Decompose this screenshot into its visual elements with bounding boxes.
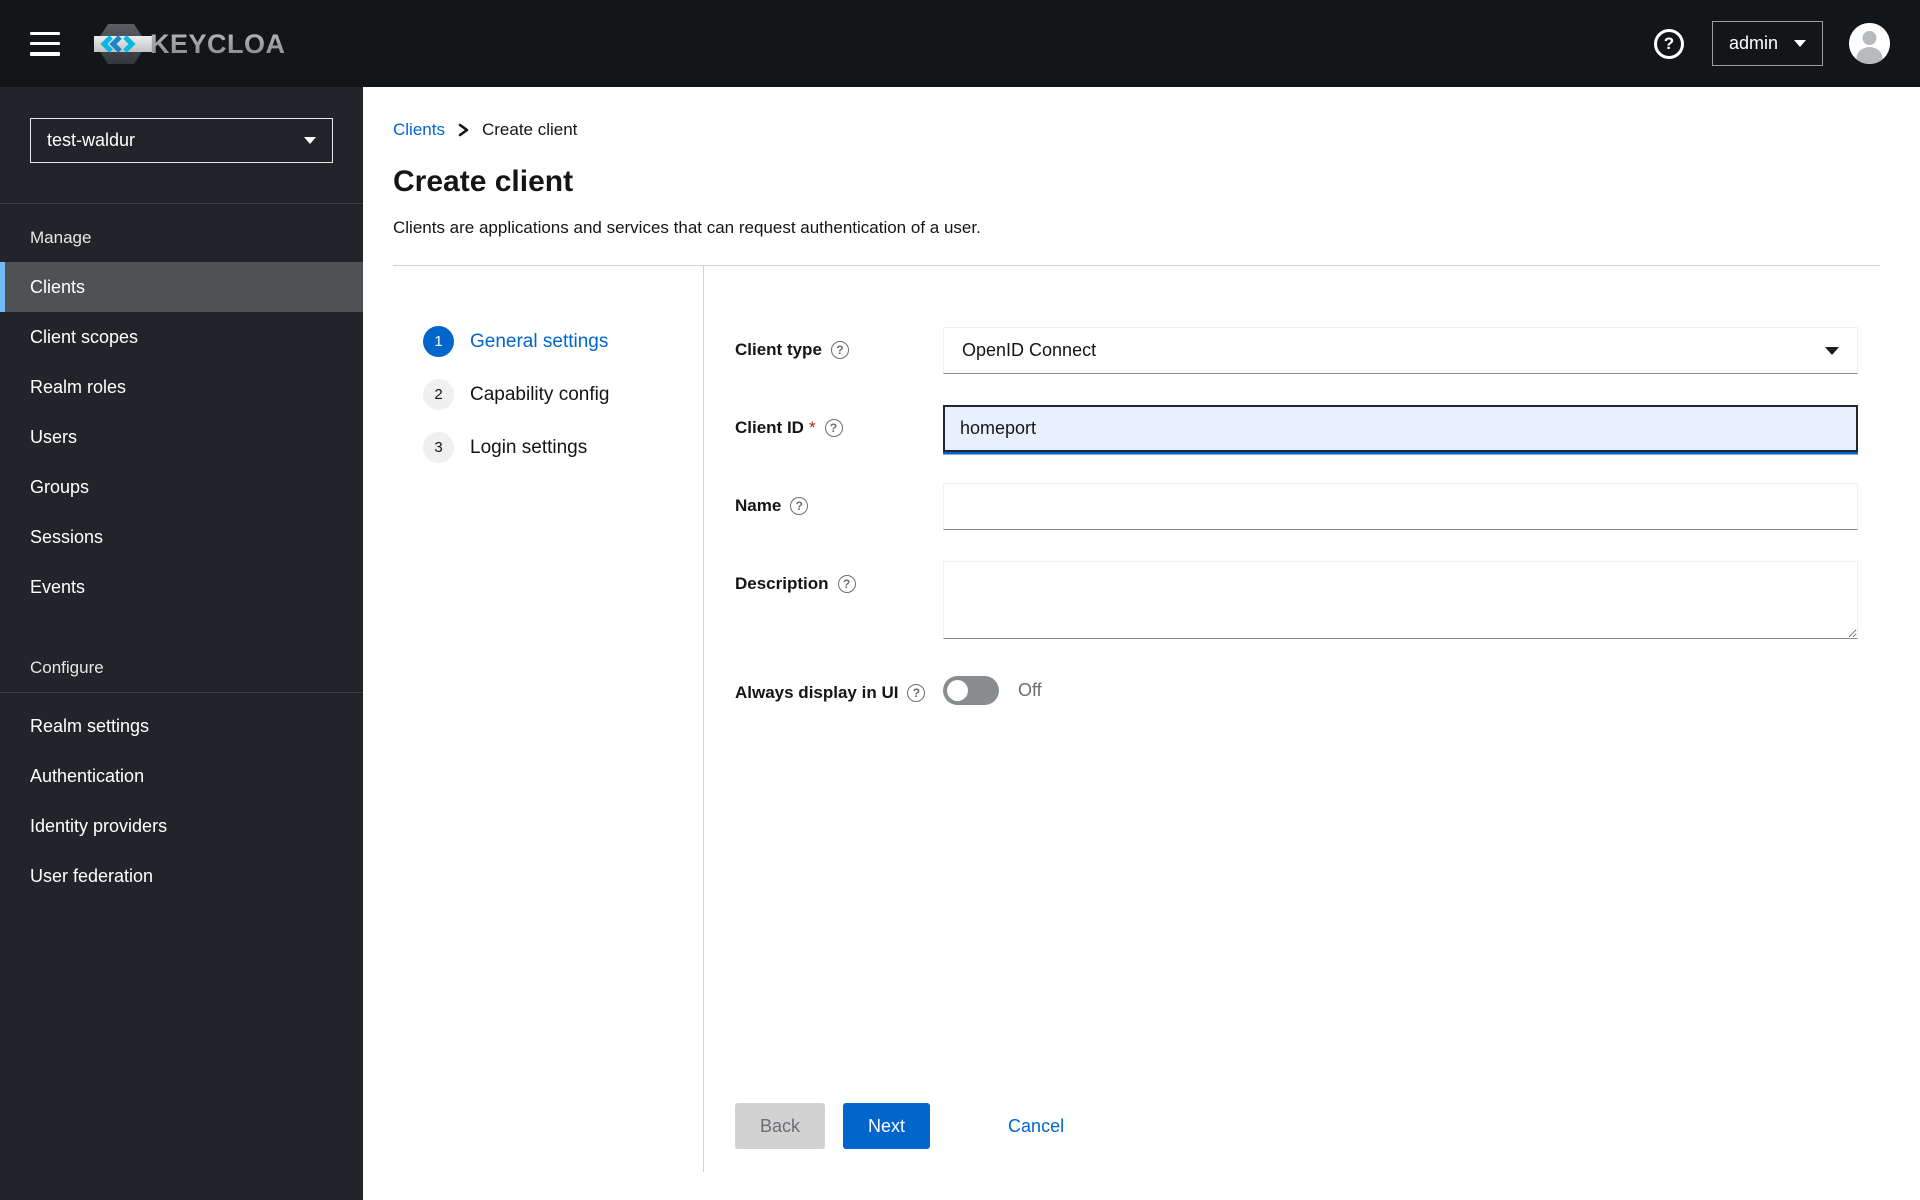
sidebar-item-label: User federation [30, 865, 154, 886]
label-text: Description [735, 574, 829, 594]
sidebar-item-clients[interactable]: Clients [0, 262, 363, 312]
sidebar-item-label: Identity providers [30, 815, 168, 836]
toggle-state-label: Off [1018, 680, 1042, 701]
chevron-down-icon [1825, 346, 1839, 355]
step-number-badge: 3 [423, 432, 454, 464]
sidebar-item-client-scopes[interactable]: Client scopes [0, 312, 363, 362]
always-display-toggle[interactable] [943, 676, 999, 706]
svg-text:KEYCLOAK: KEYCLOAK [150, 29, 286, 59]
sidebar-item-label: Events [30, 576, 86, 597]
step-number-badge: 1 [423, 326, 454, 358]
sidebar-item-realm-settings[interactable]: Realm settings [0, 701, 363, 751]
wizard-content: 1 General settings 2 Capability config 3… [363, 266, 1920, 1173]
sidebar-item-authentication[interactable]: Authentication [0, 751, 363, 801]
sidebar-item-label: Groups [30, 476, 90, 497]
nav-group-title-configure: Configure [30, 658, 104, 677]
breadcrumb-current: Create client [481, 120, 578, 139]
sidebar-item-label: Users [30, 426, 78, 447]
sidebar-item-label: Client scopes [30, 326, 139, 347]
general-settings-form: Client type ? OpenID Connect Client ID * [704, 266, 1920, 1172]
question-circle-icon[interactable]: ? [830, 341, 849, 360]
label-text: Client type [735, 340, 822, 360]
required-indicator: * [808, 418, 816, 438]
client-type-row: Client type ? OpenID Connect [735, 327, 1858, 375]
client-type-select[interactable]: OpenID Connect [943, 327, 1858, 375]
avatar[interactable] [1849, 23, 1890, 64]
name-label: Name ? [735, 483, 943, 530]
question-circle-icon[interactable]: ? [790, 497, 809, 516]
client-type-label: Client type ? [735, 327, 943, 374]
realm-selector-value: test-waldur [47, 130, 136, 150]
user-menu-dropdown[interactable]: admin [1711, 21, 1823, 66]
sidebar-divider [0, 692, 363, 693]
name-row: Name ? [735, 483, 1858, 531]
cancel-button[interactable]: Cancel [1008, 1103, 1064, 1149]
sidebar-item-label: Realm settings [30, 715, 150, 736]
next-button[interactable]: Next [843, 1103, 931, 1150]
page-title: Create client [393, 165, 574, 198]
user-menu-label: admin [1728, 33, 1778, 53]
question-circle-icon[interactable]: ? [837, 575, 856, 594]
question-circle-icon[interactable]: ? [824, 419, 843, 438]
app-header: KEYCLOAK ? admin [0, 0, 1920, 87]
wizard-step-capability-config[interactable]: 2 Capability config [423, 379, 703, 411]
wizard-steps-nav: 1 General settings 2 Capability config 3… [363, 266, 704, 1173]
page-head: Clients Create client Create client Clie… [363, 87, 1920, 267]
question-circle-icon[interactable]: ? [907, 684, 926, 703]
sidebar-item-groups[interactable]: Groups [0, 462, 363, 512]
avatar-person-icon [1849, 23, 1890, 64]
hamburger-menu-icon[interactable] [30, 31, 60, 56]
wizard-actions: Back Next Cancel [735, 1103, 1858, 1150]
main-content: Clients Create client Create client Clie… [363, 87, 1920, 1200]
step-label: Capability config [470, 383, 610, 405]
sidebar-item-users[interactable]: Users [0, 412, 363, 462]
sidebar-item-identity-providers[interactable]: Identity providers [0, 801, 363, 851]
sidebar-item-realm-roles[interactable]: Realm roles [0, 362, 363, 412]
breadcrumb: Clients Create client [393, 120, 1880, 140]
page-description: Clients are applications and services th… [393, 218, 981, 238]
sidebar-item-label: Realm roles [30, 376, 127, 397]
breadcrumb-link-clients[interactable]: Clients [393, 120, 445, 140]
wizard-step-general-settings[interactable]: 1 General settings [423, 326, 703, 358]
always-display-row: Always display in UI ? Off [735, 670, 1858, 706]
step-label: Login settings [470, 436, 588, 458]
label-text: Client ID [735, 418, 804, 438]
chevron-right-icon [458, 123, 469, 137]
always-display-label: Always display in UI ? [735, 670, 943, 705]
description-label: Description ? [735, 561, 943, 639]
client-id-label: Client ID * ? [735, 405, 943, 452]
client-id-row: Client ID * ? [735, 405, 1858, 453]
label-text: Name [735, 496, 782, 516]
help-icon[interactable]: ? [1653, 28, 1684, 59]
toggle-knob [947, 680, 968, 702]
wizard-step-login-settings[interactable]: 3 Login settings [423, 432, 703, 464]
client-id-input[interactable] [943, 405, 1858, 453]
sidebar-item-label: Clients [30, 276, 86, 297]
sidebar-item-label: Authentication [30, 765, 145, 786]
step-number-badge: 2 [423, 379, 454, 411]
keycloak-logo: KEYCLOAK [94, 22, 286, 66]
name-input[interactable] [943, 483, 1858, 531]
client-type-selected-value: OpenID Connect [962, 340, 1097, 361]
back-button[interactable]: Back [735, 1103, 826, 1150]
sidebar-item-label: Sessions [30, 526, 104, 547]
keycloak-logo-graphic: KEYCLOAK [94, 23, 286, 64]
chevron-down-icon [304, 137, 316, 144]
description-textarea[interactable] [943, 561, 1858, 640]
label-text: Always display in UI [735, 683, 899, 703]
step-label: General settings [470, 330, 609, 352]
sidebar-item-user-federation[interactable]: User federation [0, 851, 363, 901]
sidebar: test-waldur Manage Clients Client scopes… [0, 87, 363, 1200]
sidebar-item-sessions[interactable]: Sessions [0, 512, 363, 562]
sidebar-item-events[interactable]: Events [0, 562, 363, 612]
nav-group-title-manage: Manage [30, 228, 92, 247]
realm-selector[interactable]: test-waldur [30, 118, 333, 163]
description-row: Description ? [735, 561, 1858, 640]
chevron-down-icon [1794, 40, 1806, 47]
